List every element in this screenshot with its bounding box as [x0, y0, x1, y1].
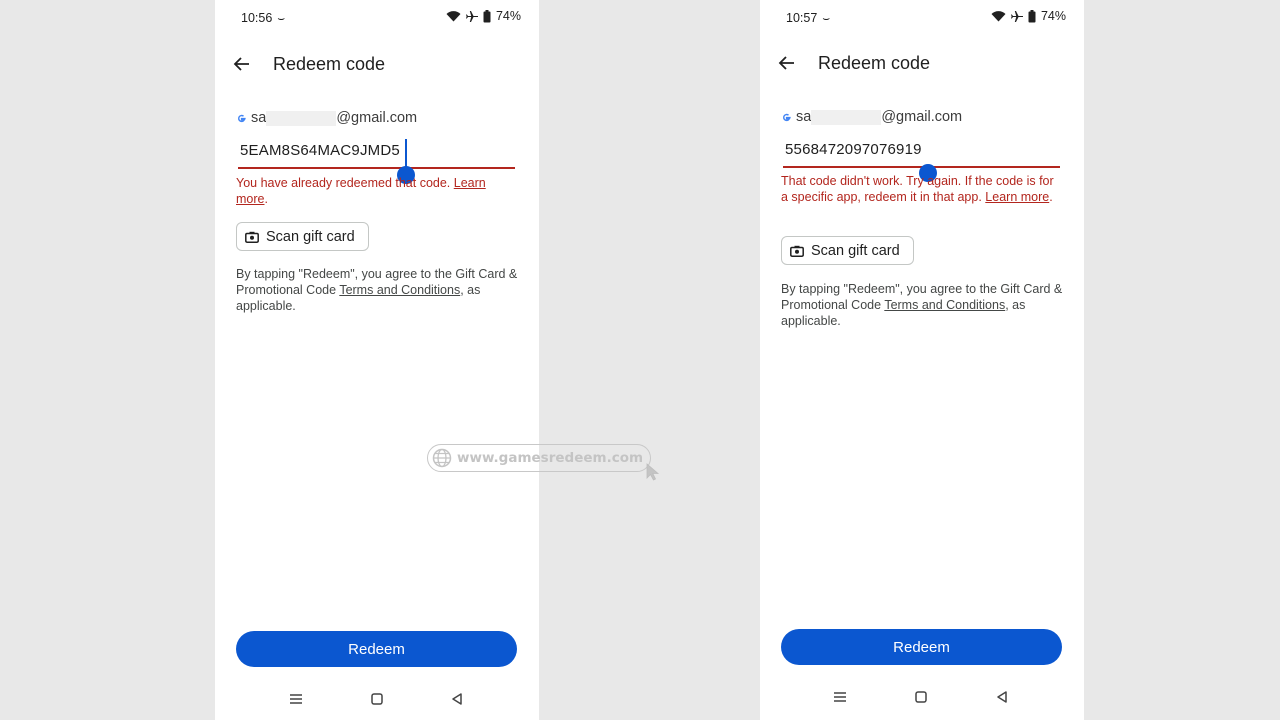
camera-icon: [790, 245, 804, 257]
account-email-prefix: sa: [796, 109, 812, 125]
recents-icon: [290, 694, 302, 704]
google-g-icon: [782, 113, 791, 121]
terms-text: By tapping "Redeem", you agree to the Gi…: [781, 282, 1063, 328]
status-time: 10:56: [241, 11, 273, 25]
phone-screen-right: 10:57 ⌣ 74% Redeem code sa @gmail.com 556…: [760, 0, 1084, 720]
redeem-label: Redeem: [348, 640, 405, 658]
scan-gift-card-label: Scan gift card: [266, 228, 355, 245]
page-title: Redeem code: [273, 54, 386, 74]
system-nav-bar: [760, 685, 1084, 709]
code-input[interactable]: 5EAM8S64MAC9JMD5: [238, 142, 515, 169]
learn-more-link[interactable]: Learn more: [985, 190, 1049, 204]
system-nav-bar: [215, 687, 539, 711]
account-email-prefix: sa: [251, 110, 267, 126]
camera-icon: [245, 231, 259, 243]
airplane-icon: [1010, 11, 1023, 22]
back-nav-icon: [997, 691, 1007, 703]
recents-icon: [834, 692, 846, 702]
scan-gift-card-label: Scan gift card: [811, 242, 900, 259]
status-bar: 10:57 ⌣ 74%: [760, 8, 1084, 28]
page-title: Redeem code: [818, 53, 931, 73]
back-arrow-icon: [778, 56, 794, 70]
battery-icon: [1028, 9, 1036, 22]
back-arrow-icon: [233, 57, 249, 71]
error-message: That code didn't work. Try again. If the…: [781, 174, 1054, 204]
account-row: sa @gmail.com: [236, 110, 417, 126]
terms-link[interactable]: Terms and Conditions: [884, 298, 1005, 312]
back-nav-button[interactable]: [990, 685, 1014, 709]
home-icon: [371, 693, 383, 705]
email-redaction: [266, 110, 337, 126]
redeem-label: Redeem: [893, 638, 950, 656]
home-button[interactable]: [365, 687, 389, 711]
error-message: You have already redeemed that code. Lea…: [236, 176, 486, 206]
account-email-domain: @gmail.com: [881, 109, 963, 125]
status-notification-icon: ⌣: [277, 11, 286, 25]
code-input-value: 5568472097076919: [785, 141, 922, 158]
battery-icon: [483, 9, 491, 22]
email-redaction: [811, 109, 882, 125]
watermark-text: www.gamesredeem.com: [457, 450, 644, 466]
battery-percent: 74%: [1040, 9, 1066, 23]
home-button[interactable]: [909, 685, 933, 709]
status-notification-icon: ⌣: [822, 11, 831, 25]
redeem-button[interactable]: Redeem: [236, 631, 517, 667]
status-bar: 10:56 ⌣ 74%: [215, 8, 539, 28]
airplane-icon: [465, 11, 478, 22]
terms-link[interactable]: Terms and Conditions: [339, 283, 460, 297]
back-button[interactable]: [229, 51, 255, 77]
home-icon: [915, 691, 927, 703]
redeem-button[interactable]: Redeem: [781, 629, 1062, 665]
back-button[interactable]: [774, 50, 800, 76]
terms-text: By tapping "Redeem", you agree to the Gi…: [236, 267, 518, 313]
scan-gift-card-button[interactable]: Scan gift card: [236, 222, 369, 251]
recents-button[interactable]: [828, 685, 852, 709]
globe-icon: [432, 448, 452, 468]
back-nav-icon: [452, 693, 462, 705]
wifi-icon: [991, 11, 1006, 22]
google-g-icon: [237, 114, 246, 122]
recents-button[interactable]: [284, 687, 308, 711]
cursor-icon: [646, 463, 660, 481]
phone-screen-left: 10:56 ⌣ 74% Redeem code sa @gmail.com 5EA…: [215, 0, 539, 720]
battery-percent: 74%: [495, 9, 521, 23]
account-row: sa @gmail.com: [781, 109, 962, 125]
code-input-value: 5EAM8S64MAC9JMD5: [240, 142, 400, 159]
code-input[interactable]: 5568472097076919: [783, 141, 1060, 168]
input-error-underline: [238, 167, 515, 169]
wifi-icon: [446, 11, 461, 22]
back-nav-button[interactable]: [445, 687, 469, 711]
watermark: www.gamesredeem.com: [427, 444, 660, 481]
account-email-domain: @gmail.com: [336, 110, 418, 126]
status-time: 10:57: [786, 11, 818, 25]
scan-gift-card-button[interactable]: Scan gift card: [781, 236, 914, 265]
